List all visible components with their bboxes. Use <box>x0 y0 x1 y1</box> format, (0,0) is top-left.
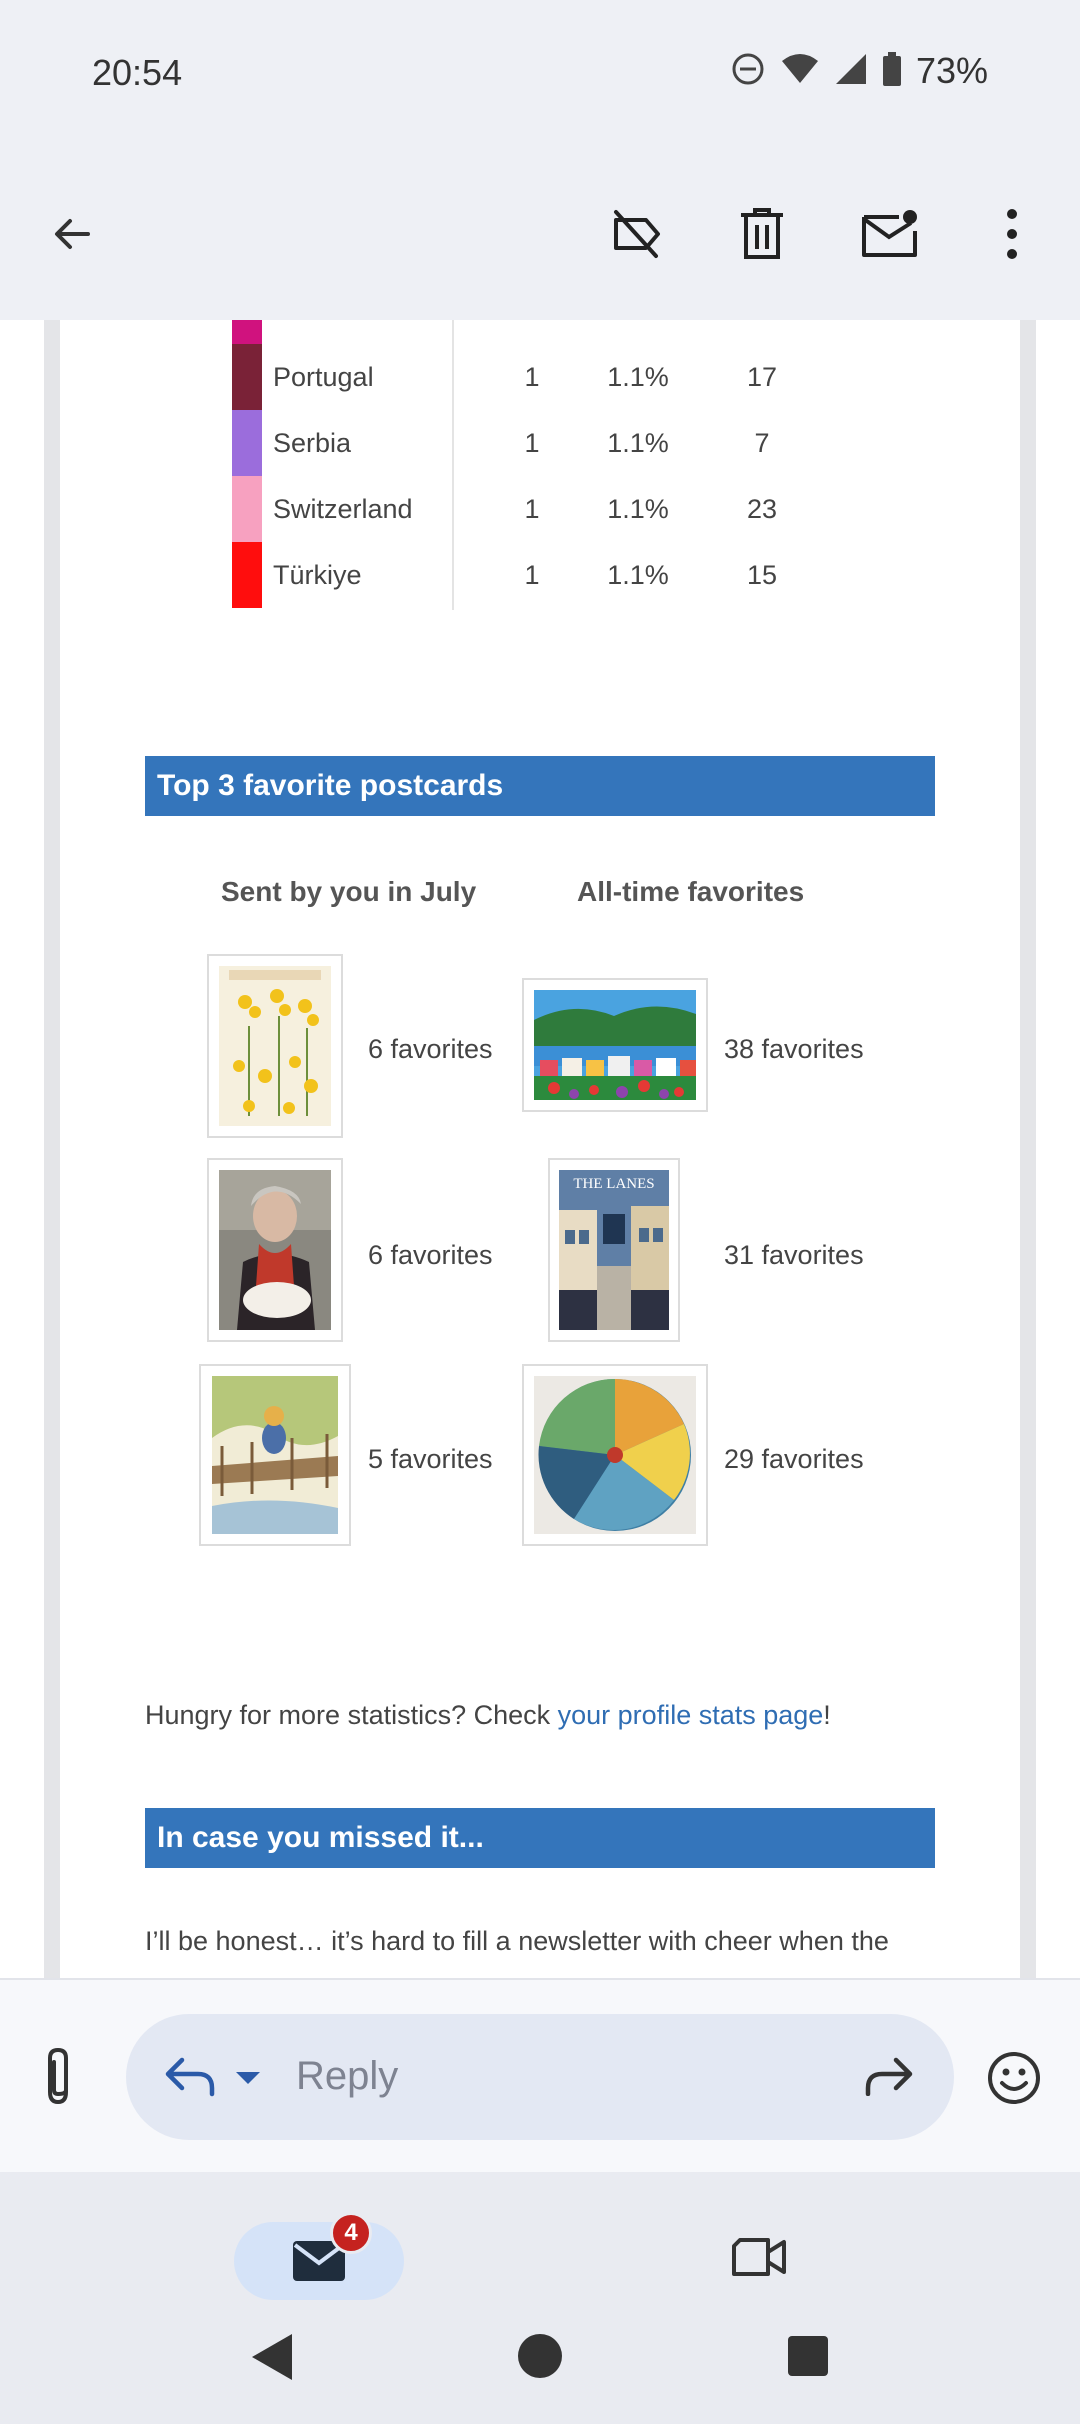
country-color-swatch <box>232 476 262 542</box>
signal-icon <box>834 52 868 91</box>
forward-button[interactable] <box>864 2056 916 2101</box>
alltime-column-heading: All-time favorites <box>577 876 805 907</box>
count-cell: 1 <box>524 428 540 458</box>
emoji-icon <box>988 2052 1040 2104</box>
postcard-flowers-image <box>219 966 331 1126</box>
more-stats-suffix: ! <box>823 1700 831 1730</box>
value-cell: 17 <box>746 362 778 392</box>
email-toolbar <box>0 150 1080 320</box>
postcard-thumbnail[interactable] <box>522 1364 708 1546</box>
do-not-disturb-icon <box>730 51 766 92</box>
postcard-thumbnail[interactable] <box>207 1158 343 1342</box>
mail-tab[interactable] <box>234 2222 404 2300</box>
postcard-portrait-image <box>219 1170 331 1330</box>
value-cell: 7 <box>754 428 770 458</box>
country-color-swatch <box>232 320 262 344</box>
battery-percent: 73% <box>915 50 988 91</box>
reply-icon <box>164 2054 216 2103</box>
count-cell: 1 <box>524 560 540 590</box>
missed-section-header: In case you missed it... <box>145 1808 935 1868</box>
more-options-button[interactable] <box>968 190 1056 278</box>
postcard-circle-map-image <box>534 1376 696 1534</box>
status-icons: 73% <box>730 50 988 92</box>
country-name: Switzerland <box>273 494 413 524</box>
postcard-the-lanes-image: THE LANES <box>559 1170 669 1330</box>
attach-button[interactable] <box>36 2046 80 2113</box>
trash-icon <box>741 208 783 259</box>
battery-icon <box>882 51 902 92</box>
status-bar: 20:54 73% <box>0 0 1080 150</box>
country-name: Türkiye <box>273 560 362 590</box>
country-color-swatch <box>232 542 262 608</box>
more-stats-text: Hungry for more statistics? Check <box>145 1700 558 1730</box>
delete-button[interactable] <box>718 190 806 278</box>
email-margin-right <box>1020 320 1036 1978</box>
back-arrow-icon <box>55 219 90 249</box>
missed-paragraph: I’ll be honest… it’s hard to fill a news… <box>145 1926 889 1956</box>
wifi-icon <box>780 51 820 92</box>
value-cell: 15 <box>746 560 778 590</box>
meet-tab[interactable] <box>730 2236 788 2283</box>
country-name: Serbia <box>273 428 352 458</box>
recents-square-icon <box>788 2336 828 2376</box>
country-color-swatch <box>232 344 262 410</box>
more-stats-paragraph: Hungry for more statistics? Check your p… <box>145 1700 831 1731</box>
percent-cell: 1.1% <box>607 494 669 524</box>
reply-options-dropdown[interactable] <box>234 2070 262 2091</box>
favorites-count: 6 favorites <box>368 1240 493 1270</box>
country-name: Portugal <box>273 362 374 392</box>
more-vert-icon <box>1007 209 1017 259</box>
reply-bar: Reply <box>0 1978 1080 2172</box>
value-cell: 23 <box>746 494 778 524</box>
postcard-thumbnail[interactable] <box>522 978 708 1112</box>
forward-icon <box>865 2057 913 2097</box>
sent-column-heading: Sent by you in July <box>221 876 477 907</box>
favorites-count: 5 favorites <box>368 1444 493 1474</box>
reply-field[interactable]: Reply <box>126 2014 954 2140</box>
back-button[interactable] <box>28 190 116 278</box>
mark-unread-button[interactable] <box>846 190 934 278</box>
percent-cell: 1.1% <box>607 560 669 590</box>
percent-cell: 1.1% <box>607 362 669 392</box>
back-triangle-icon <box>252 2334 292 2380</box>
email-margin-left <box>44 320 60 1978</box>
favorites-count: 6 favorites <box>368 1034 493 1064</box>
postcard-thumbnail[interactable] <box>207 954 343 1138</box>
postcard-bridge-image <box>212 1376 338 1534</box>
emoji-button[interactable] <box>986 2050 1042 2111</box>
chevron-down-icon <box>236 2072 260 2084</box>
table-row: Serbia 1 1.1% 7 <box>232 410 832 476</box>
system-home-button[interactable] <box>516 2332 564 2385</box>
count-cell: 1 <box>524 362 540 392</box>
unread-badge: 4 <box>330 2212 372 2254</box>
video-camera-icon <box>732 2238 786 2276</box>
bottom-navigation: 4 <box>0 2172 1080 2424</box>
remove-label-button[interactable] <box>592 190 680 278</box>
reply-placeholder: Reply <box>296 2054 399 2098</box>
table-row: Switzerland 1 1.1% 23 <box>232 476 832 542</box>
label-off-icon <box>614 210 660 258</box>
profile-stats-link[interactable]: your profile stats page <box>558 1700 824 1730</box>
count-cell: 1 <box>524 494 540 524</box>
favorites-count: 29 favorites <box>724 1444 864 1474</box>
postcard-harbor-image <box>534 990 696 1100</box>
postcard-thumbnail[interactable] <box>199 1364 351 1546</box>
table-row: Türkiye 1 1.1% 15 <box>232 542 832 608</box>
country-color-swatch <box>232 410 262 476</box>
system-recents-button[interactable] <box>786 2334 830 2383</box>
favorites-count: 38 favorites <box>724 1034 864 1064</box>
email-body: Portugal 1 1.1% 17 Serbia 1 1.1% 7 Switz… <box>0 320 1080 1978</box>
percent-cell: 1.1% <box>607 428 669 458</box>
postcard-thumbnail[interactable]: THE LANES <box>548 1158 680 1342</box>
system-back-button[interactable] <box>248 2332 294 2387</box>
mail-unread-icon <box>862 210 917 257</box>
home-circle-icon <box>518 2334 562 2378</box>
favorites-section-header: Top 3 favorite postcards <box>145 756 935 816</box>
paperclip-icon <box>48 2047 68 2105</box>
postcard-caption: THE LANES <box>573 1176 654 1192</box>
table-row: Portugal 1 1.1% 17 <box>232 344 832 410</box>
favorites-count: 31 favorites <box>724 1240 864 1270</box>
status-time: 20:54 <box>92 52 183 93</box>
